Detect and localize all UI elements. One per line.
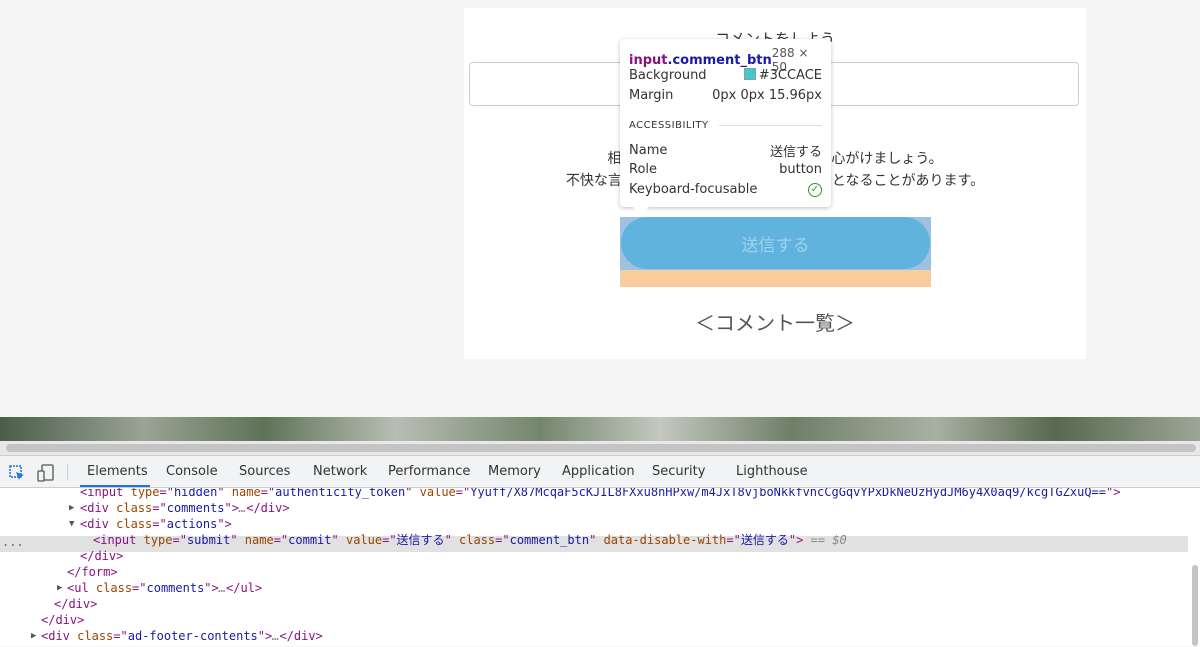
device-toolbar-icon[interactable] <box>37 464 55 482</box>
devtools-toolbar: Elements Console Sources Network Perform… <box>0 456 1200 488</box>
dom-node-submit-input[interactable]: <input type="submit" name="commit" value… <box>93 532 847 548</box>
tooltip-name-row: Name 送信する <box>629 143 822 160</box>
inspector-tooltip: input.comment_btn 288 × 50 Background #3… <box>620 39 831 207</box>
toolbar-divider <box>67 464 68 480</box>
tooltip-selector: input.comment_btn <box>629 52 772 68</box>
inspect-margin-overlay <box>620 270 931 287</box>
page-viewport: コメントをしよう 相手のことを考え丁寧なコメントを心がけましょう。 不快な言葉遣… <box>0 0 1200 417</box>
expand-triangle-icon[interactable]: ▶ <box>31 631 36 641</box>
dom-close-form[interactable]: </form> <box>67 564 118 580</box>
comment-list-heading: ＜コメント一覧＞ <box>695 311 855 335</box>
tab-elements[interactable]: Elements <box>87 464 148 479</box>
expand-triangle-icon[interactable]: ▶ <box>69 503 74 513</box>
submit-button[interactable]: 送信する <box>621 217 930 269</box>
more-actions-icon[interactable]: ... <box>2 535 24 549</box>
tab-security[interactable]: Security <box>652 464 705 479</box>
check-circle-icon: ✓ <box>808 182 822 197</box>
expand-triangle-icon[interactable]: ▶ <box>57 583 62 593</box>
horizontal-scrollbar-thumb[interactable] <box>6 444 1196 452</box>
collapse-triangle-icon[interactable]: ▼ <box>69 519 74 529</box>
dom-node-hidden-input[interactable]: <input type="hidden" name="authenticity_… <box>80 488 1120 500</box>
dom-close-div[interactable]: </div> <box>41 612 84 628</box>
dom-tree: ... <input type="hidden" name="authentic… <box>0 488 1188 647</box>
active-tab-indicator <box>80 485 150 487</box>
color-swatch-icon <box>743 68 756 80</box>
tooltip-accessibility-heading: ACCESSIBILITY <box>629 120 822 131</box>
dom-node-comments-div[interactable]: <div class="comments">…</div> <box>80 500 290 516</box>
dom-node-ad-footer-div[interactable]: <div class="ad-footer-contents">…</div> <box>41 628 323 644</box>
tab-network[interactable]: Network <box>313 464 367 479</box>
tab-lighthouse[interactable]: Lighthouse <box>736 464 808 479</box>
tab-performance[interactable]: Performance <box>388 464 470 479</box>
tooltip-arrow <box>632 206 650 215</box>
tab-console[interactable]: Console <box>166 464 218 479</box>
dom-node-comments-ul[interactable]: <ul class="comments">…</ul> <box>67 580 262 596</box>
divider <box>718 125 822 126</box>
dom-node-actions-div[interactable]: <div class="actions"> <box>80 516 232 532</box>
background-image-strip <box>0 417 1200 441</box>
tab-memory[interactable]: Memory <box>488 464 541 479</box>
inspect-element-icon[interactable] <box>9 465 25 481</box>
dom-close-div[interactable]: </div> <box>80 548 123 564</box>
tooltip-margin-row: Margin 0px 0px 15.96px <box>629 88 822 103</box>
tooltip-background-row: Background #3CCACE <box>629 68 822 83</box>
vertical-scrollbar-thumb[interactable] <box>1192 565 1198 646</box>
tooltip-role-row: Role button <box>629 162 822 177</box>
tab-sources[interactable]: Sources <box>239 464 290 479</box>
devtools-panel: Elements Console Sources Network Perform… <box>0 455 1200 646</box>
tab-application[interactable]: Application <box>562 464 635 479</box>
dom-close-div[interactable]: </div> <box>54 596 97 612</box>
tooltip-focusable-row: Keyboard-focusable ✓ <box>629 182 822 197</box>
